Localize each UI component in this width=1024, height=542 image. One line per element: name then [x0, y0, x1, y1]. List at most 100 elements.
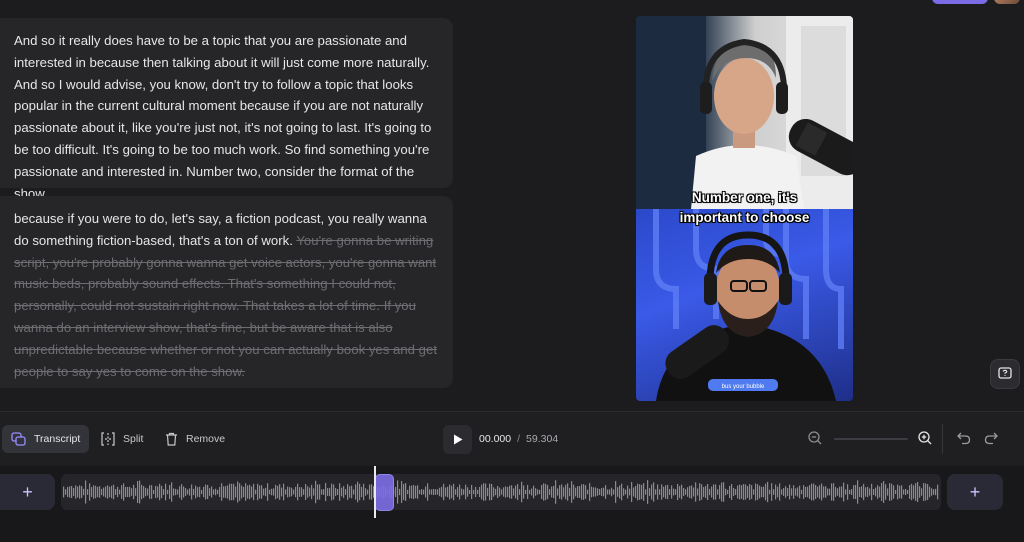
transcript-text[interactable]: And so it really does have to be a topic… [14, 33, 431, 201]
waveform-bar [723, 482, 725, 502]
waveform-bar [903, 489, 905, 495]
waveform-bar [601, 488, 603, 496]
waveform-bar [91, 487, 93, 497]
waveform-bar [589, 483, 591, 501]
waveform-bar [65, 489, 67, 495]
waveform-bar [925, 483, 927, 501]
waveform-bar [935, 488, 937, 496]
waveform-bar [119, 489, 121, 495]
waveform-bar [535, 488, 537, 496]
transcript-block[interactable]: because if you were to do, let's say, a … [0, 196, 453, 388]
waveform-bar [533, 485, 535, 499]
waveform-bar [427, 483, 429, 501]
removed-transcript-text[interactable]: You're gonna be writing script, you're p… [14, 233, 437, 379]
waveform-bar [161, 485, 163, 499]
waveform-bar [271, 488, 273, 496]
transcript-button[interactable]: Transcript [2, 425, 90, 453]
speaker-1-illustration [636, 16, 853, 209]
waveform-bar [915, 483, 917, 501]
waveform-bar [673, 488, 675, 496]
waveform-bar [807, 486, 809, 498]
waveform-bar [785, 486, 787, 498]
remove-button[interactable]: Remove [156, 425, 234, 453]
waveform-bar [265, 487, 267, 497]
add-clip-before-button[interactable]: + [0, 474, 55, 510]
waveform-bar [789, 484, 791, 500]
top-action-button[interactable] [932, 0, 988, 4]
waveform-bar [501, 489, 503, 495]
play-button[interactable] [443, 425, 472, 454]
waveform-bar [237, 481, 239, 503]
waveform-bar [843, 482, 845, 502]
waveform-bar [547, 485, 549, 499]
waveform-bar [353, 489, 355, 495]
waveform-bar [259, 485, 261, 499]
waveform-bar [241, 485, 243, 499]
remove-button-label: Remove [186, 433, 226, 445]
waveform-bar [147, 488, 149, 496]
waveform-bar [881, 482, 883, 502]
redo-button[interactable] [983, 430, 999, 451]
waveform-bar [817, 486, 819, 498]
waveform-bar [229, 483, 231, 501]
waveform-bar [713, 484, 715, 500]
transcript-block[interactable]: And so it really does have to be a topic… [0, 18, 453, 201]
waveform-bar [787, 488, 789, 496]
waveform-bar [445, 487, 447, 497]
waveform-bar [359, 483, 361, 501]
waveform-bar [551, 486, 553, 498]
waveform-bar [407, 489, 409, 495]
waveform-bar [577, 486, 579, 498]
waveform-bar [715, 484, 717, 500]
waveform-bar [681, 484, 683, 500]
undo-button[interactable] [956, 430, 972, 451]
waveform-bar [209, 488, 211, 496]
video-preview[interactable]: Number one, it's bus your bubble importa… [636, 16, 853, 401]
waveform-bar [193, 488, 195, 496]
zoom-in-button[interactable] [917, 430, 933, 451]
waveform-bar [899, 485, 901, 499]
waveform-bar [731, 483, 733, 501]
zoom-out-button[interactable] [807, 430, 823, 451]
toolbar-divider [942, 424, 943, 454]
waveform-bar [841, 486, 843, 498]
waveform-bar [295, 486, 297, 498]
waveform-bar [215, 488, 217, 496]
waveform-bar [489, 483, 491, 501]
clip-selection-handle[interactable] [375, 474, 394, 511]
waveform-bar [639, 484, 641, 500]
waveform-bar [67, 486, 69, 498]
waveform-bar [85, 480, 87, 504]
avatar[interactable] [994, 0, 1020, 4]
waveform-bar [879, 486, 881, 498]
waveform-bar [499, 487, 501, 497]
waveform-bar [869, 488, 871, 496]
waveform-bar [349, 486, 351, 498]
add-clip-after-button[interactable]: + [947, 474, 1003, 510]
waveform-bar [883, 481, 885, 503]
split-button[interactable]: Split [92, 425, 152, 453]
waveform-bar [793, 485, 795, 499]
waveform-bar [253, 483, 255, 501]
waveform-bar [291, 487, 293, 497]
waveform-bar [81, 486, 83, 498]
waveform-bar [645, 489, 647, 495]
zoom-slider[interactable] [834, 438, 908, 440]
waveform-bar [275, 484, 277, 500]
waveform-bar [727, 489, 729, 495]
waveform-bar [223, 486, 225, 498]
waveform-bar [345, 489, 347, 495]
waveform-bar [917, 481, 919, 503]
waveform-bar [509, 485, 511, 499]
help-button[interactable] [990, 359, 1020, 389]
waveform-bar [177, 489, 179, 495]
waveform-bar [803, 485, 805, 499]
waveform-bar [101, 488, 103, 496]
waveform-bar [611, 487, 613, 497]
waveform-bar [745, 484, 747, 500]
waveform-bar [315, 480, 317, 504]
playhead[interactable] [374, 466, 376, 518]
video-caption: important to choose [679, 210, 810, 225]
audio-waveform-track[interactable] [61, 474, 941, 510]
waveform-bar [667, 484, 669, 500]
